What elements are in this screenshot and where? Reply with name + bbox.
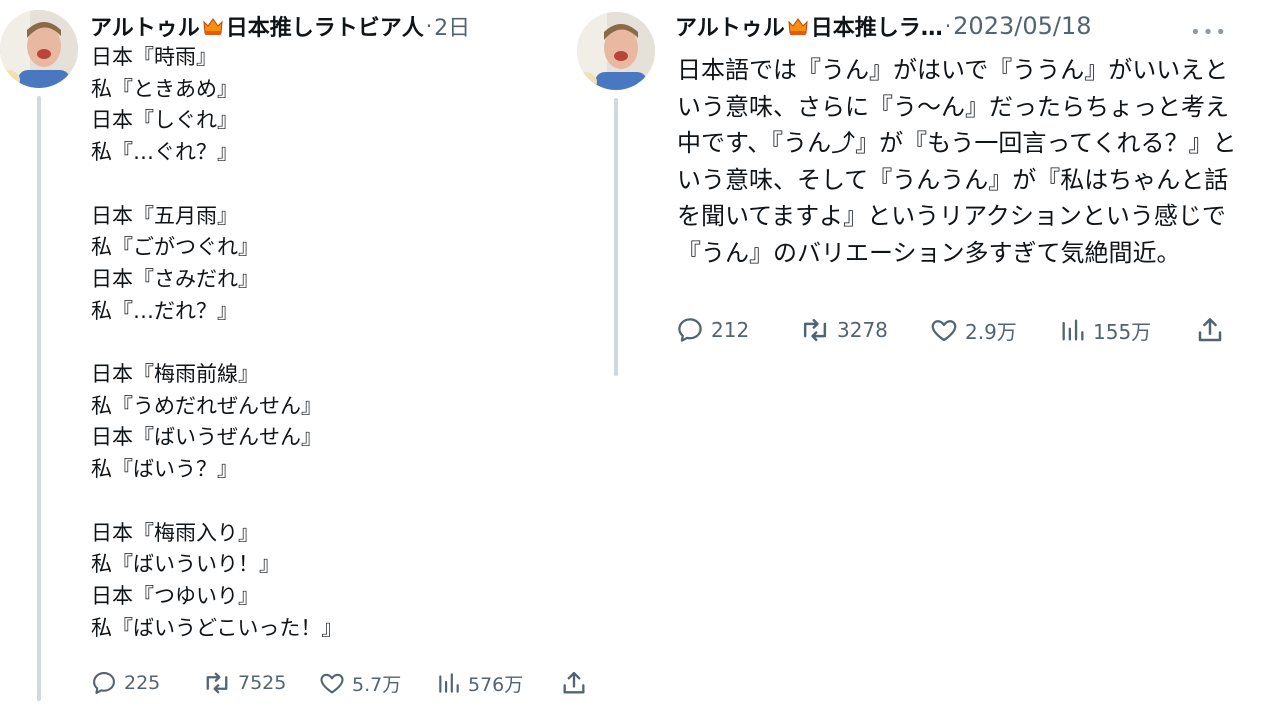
author-name-suffix[interactable]: 日本推しラトビア人 <box>226 10 424 42</box>
like-count: 5.7万 <box>352 673 402 696</box>
author-name-suffix[interactable]: 日本推しラ… <box>811 10 943 42</box>
post-timestamp[interactable]: 2日 <box>434 10 470 42</box>
author-name[interactable]: アルトゥル <box>675 10 785 42</box>
heart-icon <box>931 320 957 342</box>
post-left: アルトゥル 日本推しラトビア人 · 2日 日本『時雨』 私『ときあめ』 日本『し… <box>0 0 610 707</box>
post-actions: 225 7525 5.7万 576万 <box>90 666 590 700</box>
share-button[interactable] <box>1195 312 1225 348</box>
view-count: 155万 <box>1093 319 1152 344</box>
repost-button[interactable]: 3278 <box>799 312 888 348</box>
reply-button[interactable]: 225 <box>90 666 160 700</box>
views-button[interactable]: 155万 <box>1059 312 1151 348</box>
crown-emoji-icon <box>788 18 808 35</box>
heart-icon <box>320 673 344 694</box>
views-button[interactable]: 576万 <box>436 666 523 700</box>
view-count: 576万 <box>468 673 524 696</box>
like-button[interactable]: 2.9万 <box>929 312 1017 348</box>
repost-button[interactable]: 7525 <box>202 666 286 700</box>
post-actions: 212 3278 2.9万 155万 <box>675 312 1235 348</box>
reply-button[interactable]: 212 <box>675 312 749 348</box>
header-separator: · <box>944 14 952 38</box>
header-separator: · <box>425 14 433 38</box>
thread-line <box>614 98 618 376</box>
avatar-photo <box>0 10 78 88</box>
author-name[interactable]: アルトゥル <box>90 10 200 42</box>
post-header: アルトゥル 日本推しラ… · 2023/05/18 <box>675 10 1091 42</box>
thread-line <box>37 96 41 701</box>
author-avatar[interactable] <box>0 10 78 88</box>
share-icon <box>1198 318 1222 342</box>
like-count: 2.9万 <box>965 319 1017 344</box>
reply-icon <box>93 672 115 694</box>
post-header: アルトゥル 日本推しラトビア人 · 2日 <box>90 10 470 42</box>
reply-icon <box>678 318 702 342</box>
post-right: アルトゥル 日本推しラ… · 2023/05/18 ••• 日本語では『うん』が… <box>575 0 1280 707</box>
post-timestamp[interactable]: 2023/05/18 <box>953 12 1091 40</box>
crown-emoji-icon <box>203 18 223 35</box>
repost-icon <box>206 672 228 694</box>
like-button[interactable]: 5.7万 <box>318 666 401 700</box>
author-avatar[interactable] <box>577 12 655 90</box>
reply-count: 225 <box>124 672 161 694</box>
repost-count: 7525 <box>238 672 287 694</box>
views-chart-icon <box>439 673 459 693</box>
avatar-photo <box>577 12 655 90</box>
post-body: 日本『時雨』 私『ときあめ』 日本『しぐれ』 私『…ぐれ？』 日本『五月雨』 私… <box>91 45 343 640</box>
repost-icon <box>803 318 827 342</box>
reply-count: 212 <box>711 318 750 342</box>
repost-count: 3278 <box>837 318 888 342</box>
more-options-icon[interactable]: ••• <box>1190 22 1228 43</box>
views-chart-icon <box>1062 319 1084 341</box>
post-body: 日本語では『うん』がはいで『ううん』がいいえという意味、さらに『う〜ん』だったら… <box>677 56 1237 267</box>
